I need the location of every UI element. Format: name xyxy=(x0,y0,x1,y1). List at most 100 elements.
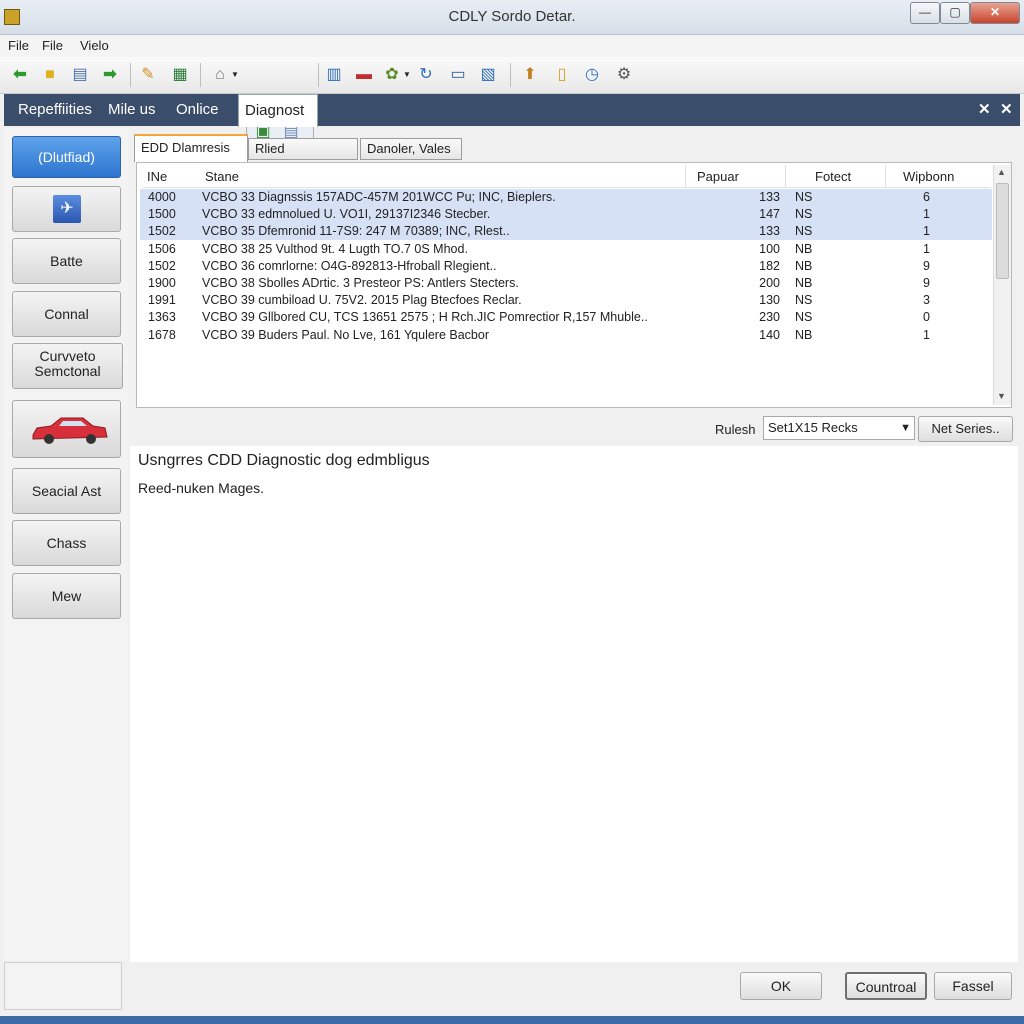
sidebar-button-chass[interactable]: Chass xyxy=(12,520,121,566)
table-row[interactable]: 1991 VCBO 39 cumbiload U. 75V2. 2015 Plag… xyxy=(140,292,992,309)
scrollbar-thumb[interactable] xyxy=(996,183,1009,279)
forward-arrow-icon[interactable]: ➡ xyxy=(100,65,120,85)
sidebar-button-label: Seacial Ast xyxy=(31,483,102,499)
ok-button[interactable]: OK xyxy=(740,972,822,1000)
cell-papuar: 182 xyxy=(759,258,780,273)
column-header-stane[interactable]: Stane xyxy=(205,169,239,184)
header-divider xyxy=(143,187,991,188)
cell-wipbonn: 3 xyxy=(923,293,930,308)
table-row[interactable]: 1506 VCBO 38 25 Vulthod 9t. 4 Lugth TO.7 … xyxy=(140,241,992,258)
cell-papuar: 147 xyxy=(759,207,780,222)
filter-row: Rulesh Set1X15 Recks ▼ Net Series.. xyxy=(130,412,1020,446)
cell-wipbonn: 9 xyxy=(923,258,930,273)
close-button[interactable]: ✕ xyxy=(970,2,1020,24)
next-series-button[interactable]: Net Series.. xyxy=(918,416,1013,442)
chevron-down-icon[interactable]: ▼ xyxy=(402,65,412,85)
sidebar-button-vehicle[interactable] xyxy=(12,400,121,458)
details-title: Usngrres CDD Diagnostic dog edmbligus xyxy=(138,452,430,469)
chevron-down-icon[interactable]: ▼ xyxy=(900,417,911,439)
table-row[interactable]: 1502 VCBO 35 Dfemronid 11-7S9: 247 M 7038… xyxy=(140,223,992,241)
back-arrow-icon[interactable]: ⬅ xyxy=(10,65,30,85)
table-row[interactable]: 1678 VCBO 39 Buders Paul. No Lve, 161 Yqu… xyxy=(140,327,992,344)
column-divider xyxy=(785,165,786,187)
gear-icon[interactable]: ⚙ xyxy=(614,65,634,85)
window-title: CDLY Sordo Detar. xyxy=(448,8,576,25)
window-border xyxy=(0,1016,1024,1024)
menu-view[interactable]: Vielo xyxy=(80,38,109,53)
cell-line: 4000 xyxy=(148,190,176,204)
nav-bar: Repeffiities Mile us Onlice Diagnost ✕ ✕ xyxy=(4,94,1020,127)
cell-line: 1506 xyxy=(148,241,176,256)
sidebar-button-batte[interactable]: Batte xyxy=(12,238,121,284)
cell-papuar: 230 xyxy=(759,310,780,325)
diagram-icon[interactable]: ▧ xyxy=(478,65,498,85)
scroll-down-icon[interactable]: ▼ xyxy=(997,391,1006,401)
cell-line: 1900 xyxy=(148,276,176,290)
cell-fotect: NS xyxy=(795,190,813,204)
cancel-button[interactable]: Countroal xyxy=(845,972,927,1000)
column-header-fotect[interactable]: Fotect xyxy=(815,169,851,184)
cell-fotect: NS xyxy=(795,310,813,325)
table-row[interactable]: 1363 VCBO 39 Gllbored CU, TCS 13651 2575 … xyxy=(140,309,992,326)
sidebar-button-quick[interactable]: ✈ xyxy=(12,186,121,232)
cell-papuar: 140 xyxy=(759,327,780,342)
cell-stane: VCBO 35 Dfemronid 11-7S9: 247 M 70389; I… xyxy=(202,224,510,239)
nav-tab-repeffiities[interactable]: Repeffiities xyxy=(12,94,98,126)
subtab-edd-diagnosis[interactable]: EDD Dlamresis xyxy=(134,134,248,162)
column-header-wipbonn[interactable]: Wipbonn xyxy=(903,169,954,184)
close-dialog-button[interactable]: Fassel xyxy=(934,972,1012,1000)
footer-panel xyxy=(4,962,122,1010)
tools-icon[interactable]: ✎ xyxy=(138,65,158,85)
cell-papuar: 100 xyxy=(759,241,780,256)
maximize-button[interactable]: ▢ xyxy=(940,2,970,24)
calendar-icon[interactable]: ▥ xyxy=(324,65,344,85)
cell-wipbonn: 9 xyxy=(923,276,930,290)
minimize-button[interactable]: — xyxy=(910,2,940,24)
cell-papuar: 200 xyxy=(759,276,780,290)
export-icon[interactable]: ⬆ xyxy=(520,65,540,85)
nav-tab-onlice[interactable]: Onlice xyxy=(170,94,225,126)
column-header-line[interactable]: INe xyxy=(147,169,167,184)
refresh-icon[interactable]: ↻ xyxy=(416,65,436,85)
sidebar-button-curvveto[interactable]: Curvveto Semctonal xyxy=(12,343,123,389)
chart-icon[interactable]: ▦ xyxy=(170,65,190,85)
vertical-scrollbar[interactable]: ▲ ▼ xyxy=(993,165,1011,405)
notes-icon[interactable]: ▯ xyxy=(552,65,572,85)
details-text: Reed-nuken Mages. xyxy=(138,480,265,496)
menu-file-2[interactable]: File xyxy=(42,38,63,53)
toolbar: ⬅ ■ ▤ ➡ ✎ ▦ ⌂ ▼ ▣ ▤ ▥ ▬ ✿ ▼ ↻ ▭ ▧ ⬆ ▯ ◷ … xyxy=(0,57,1024,149)
sidebar-button-connal[interactable]: Connal xyxy=(12,291,121,337)
subtab-rlied[interactable]: Rlied Vrolluodcal xyxy=(248,138,358,176)
subtab-danoler-vales[interactable]: Danoler, Vales xyxy=(360,138,462,160)
column-divider xyxy=(885,165,886,187)
menu-file[interactable]: File xyxy=(8,38,29,53)
nav-tab-diagnost[interactable]: Diagnost xyxy=(238,94,318,127)
sidebar-button-mew[interactable]: Mew xyxy=(12,573,121,619)
column-header-papuar[interactable]: Papuar xyxy=(697,169,739,184)
sidebar: (Dlutfiad) ✈ Batte Connal Curvveto Semct… xyxy=(4,128,128,960)
monitor-icon[interactable]: ▭ xyxy=(448,65,468,85)
series-select[interactable]: Set1X15 Recks ▼ xyxy=(763,416,915,440)
toolbar-separator xyxy=(510,63,511,87)
table-row[interactable]: 1900 VCBO 38 Sbolles ADrtic. 3 Presteor P… xyxy=(140,275,992,292)
table-row[interactable]: 1502 VCBO 36 comrlorne: O4G-892813-Hfroba… xyxy=(140,258,992,275)
sidebar-button-label: Mew xyxy=(51,588,82,604)
chevron-down-icon[interactable]: ▼ xyxy=(230,65,240,85)
folder-icon[interactable]: ■ xyxy=(40,65,60,85)
clock-icon[interactable]: ◷ xyxy=(582,65,602,85)
nav-tab-mile-us[interactable]: Mile us xyxy=(102,94,162,126)
home-icon[interactable]: ⌂ xyxy=(210,65,230,85)
sidebar-button-seacial-ast[interactable]: Seacial Ast xyxy=(12,468,121,514)
document-icon[interactable]: ▤ xyxy=(70,65,90,85)
sidebar-button-fulltest[interactable]: (Dlutfiad) xyxy=(12,136,121,178)
details-panel: Usngrres CDD Diagnostic dog edmbligus Re… xyxy=(130,446,1018,962)
network-icon[interactable]: ✿ xyxy=(382,65,402,85)
scroll-up-icon[interactable]: ▲ xyxy=(997,167,1006,177)
cable-icon[interactable]: ▬ xyxy=(354,65,374,85)
table-row[interactable]: 4000 VCBO 33 Diagnssis 157ADC-457M 201WCC… xyxy=(140,189,992,206)
cell-fotect: NS xyxy=(795,207,813,222)
sidebar-button-label: (Dlutfiad) xyxy=(38,149,95,165)
table-row[interactable]: 1500 VCBO 33 edmnolued U. VO1I, 29137I234… xyxy=(140,206,992,224)
close-icon[interactable]: ✕ xyxy=(978,100,991,118)
close-icon[interactable]: ✕ xyxy=(1000,100,1013,118)
